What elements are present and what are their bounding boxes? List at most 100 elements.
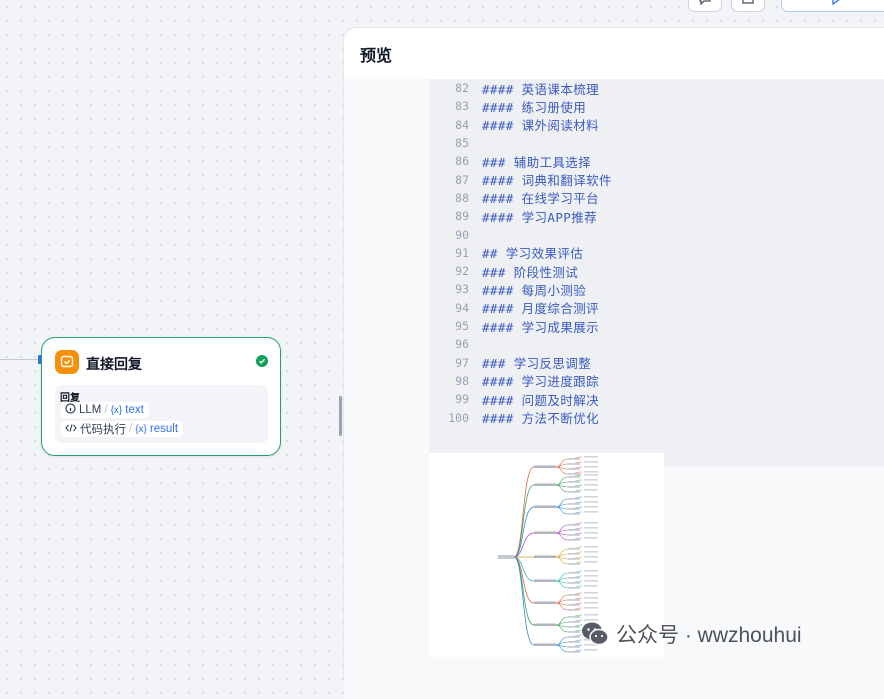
line-number: 87 <box>455 172 469 187</box>
code-line: 96 <box>429 335 482 353</box>
code-text: #### 月度综合测评 <box>482 301 600 317</box>
code-line: 87 #### 词典和翻译软件 <box>429 171 612 189</box>
mindmap-leaf-link <box>555 463 569 468</box>
mindmap-leaf <box>568 548 580 550</box>
mindmap-leaf <box>568 587 580 589</box>
mindmap-leaf <box>568 513 580 515</box>
code-line: 82 #### 英语课本梳理 <box>429 79 599 97</box>
variable-source: 代码执行 <box>80 424 126 436</box>
mindmap-leaf-link <box>555 548 569 558</box>
mindmap-leaf <box>568 508 580 510</box>
mindmap-leaf-link <box>555 636 569 646</box>
line-number: 86 <box>455 154 469 169</box>
mindmap-leaf <box>568 626 580 628</box>
line-number: 88 <box>455 190 469 205</box>
preview-panel: 预览 82 #### 英语课本梳理 83 #### 练习册使用 84 #### 课外阅读材… <box>343 27 884 699</box>
variable-name: result <box>149 423 179 435</box>
reply-icon <box>55 350 79 374</box>
code-text: #### 在线学习平台 <box>482 191 600 207</box>
mindmap-leaf <box>584 580 598 582</box>
line-number: 98 <box>455 373 469 388</box>
variable-pill-code[interactable]: 代码执行 / {x} result <box>61 421 184 437</box>
mindmap-leaf-link <box>555 503 569 508</box>
watermark: 公众号 · wwzhouhui <box>580 619 802 649</box>
mindmap-branch-label <box>534 465 556 468</box>
mindmap-leaf-link <box>555 599 569 604</box>
line-number: 97 <box>455 355 469 370</box>
mindmap-leaf <box>584 551 598 553</box>
code-text: #### 课外阅读材料 <box>482 118 600 134</box>
comment-button[interactable] <box>688 0 722 12</box>
mindmap-leaf-link <box>555 498 569 508</box>
mindmap-leaf <box>584 592 598 594</box>
mindmap-leaf <box>568 641 580 643</box>
mindmap-branch-label <box>534 623 556 626</box>
play-icon <box>830 0 842 10</box>
mindmap-leaf <box>584 561 598 563</box>
mindmap-leaf <box>568 631 580 633</box>
code-block: 82 #### 英语课本梳理 83 #### 练习册使用 84 #### 课外阅读材料 85… <box>429 79 884 467</box>
mindmap-leaf-link <box>555 553 569 558</box>
mindmap-leaf <box>584 484 598 486</box>
code-text: #### 每周小测验 <box>482 282 587 298</box>
mindmap-leaf <box>584 649 598 651</box>
code-line: 84 #### 课外阅读材料 <box>429 116 599 134</box>
mindmap-leaf <box>584 532 598 534</box>
code-line: 85 <box>429 134 482 152</box>
mindmap-leaf-link <box>555 476 569 486</box>
mindmap-branch-label <box>534 555 556 558</box>
line-number: 83 <box>455 99 469 114</box>
mindmap-root <box>498 555 514 559</box>
mindmap-leaf <box>568 539 580 541</box>
comment-icon <box>698 0 712 10</box>
code-text: #### 学习成果展示 <box>482 319 600 335</box>
check-circle-icon <box>256 355 268 367</box>
code-line: 97 ### 学习反思调整 <box>429 354 591 372</box>
variable-icon: {x} <box>110 404 123 416</box>
code-line: 92 ### 阶段性测试 <box>429 262 578 280</box>
mindmap-leaf <box>584 607 598 609</box>
line-number: 90 <box>455 227 469 242</box>
mindmap-leaf-link <box>555 481 569 486</box>
code-text: #### 问题及时解决 <box>482 392 600 408</box>
mindmap-leaf <box>568 553 580 555</box>
mindmap-leaf <box>568 558 580 560</box>
mindmap-leaf <box>584 527 598 529</box>
code-line: 88 #### 在线学习平台 <box>429 189 599 207</box>
mindmap-leaf <box>584 546 598 548</box>
code-text: #### 英语课本梳理 <box>482 81 600 97</box>
mindmap-branch-label <box>534 505 556 508</box>
panel-resize-handle[interactable] <box>339 396 342 436</box>
variable-pill-llm[interactable]: LLM / {x} text <box>61 402 149 418</box>
mindmap-leaf-link <box>555 524 569 534</box>
line-number: 84 <box>455 117 469 132</box>
history-button[interactable] <box>731 0 765 12</box>
mindmap-branch-label <box>534 601 556 604</box>
separator: / <box>104 404 108 416</box>
direct-reply-node[interactable]: 直接回复 回复 LLM / {x} text 代码执行 / {x} result <box>41 337 281 456</box>
line-number: 85 <box>455 136 469 151</box>
line-number: 82 <box>455 81 469 96</box>
line-number: 95 <box>455 319 469 334</box>
node-body: 回复 LLM / {x} text 代码执行 / {x} result <box>55 385 268 443</box>
mindmap-leaf <box>568 577 580 579</box>
mindmap-leaf <box>584 479 598 481</box>
line-number: 94 <box>455 300 469 315</box>
mindmap-leaf <box>584 474 598 476</box>
code-line: 89 #### 学习APP推荐 <box>429 207 597 225</box>
code-text: ### 阶段性测试 <box>482 264 579 280</box>
code-line: 95 #### 学习成果展示 <box>429 317 599 335</box>
run-button[interactable] <box>781 0 884 12</box>
mindmap-leaf-link <box>555 616 569 626</box>
mindmap-leaf <box>584 570 598 572</box>
code-text: #### 方法不断优化 <box>482 411 600 427</box>
mindmap-leaf <box>584 614 598 616</box>
mindmap-leaf <box>568 498 580 500</box>
mindmap-leaf <box>568 529 580 531</box>
line-number: 99 <box>455 392 469 407</box>
mindmap-leaf-link <box>555 621 569 626</box>
separator: / <box>129 423 133 435</box>
code-text: ### 学习反思调整 <box>482 356 592 372</box>
code-text: #### 词典和翻译软件 <box>482 173 612 189</box>
mindmap-leaf <box>584 496 598 498</box>
